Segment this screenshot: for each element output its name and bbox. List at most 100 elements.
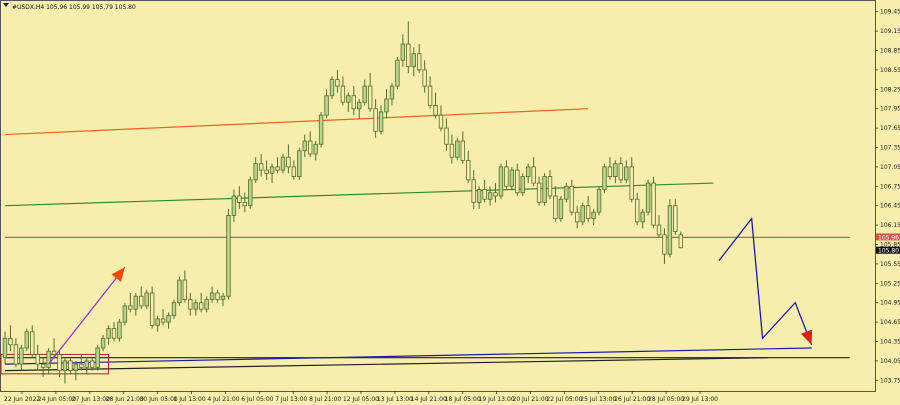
candle — [297, 147, 302, 180]
candle-body — [24, 331, 29, 349]
x-tick-label: 22 Jul 05:00 — [546, 396, 582, 403]
candle-body — [122, 305, 128, 323]
candle-body — [596, 189, 602, 213]
candle-body — [580, 205, 585, 223]
y-tick-label: 108.25 — [880, 86, 900, 93]
candle-body — [493, 192, 498, 197]
candle-body — [275, 166, 280, 171]
candle-body — [57, 354, 62, 371]
y-tick-label: 107.95 — [880, 106, 900, 113]
x-tick-label: 20 Jul 21:00 — [513, 396, 549, 403]
candle — [558, 196, 564, 222]
candle-body — [220, 295, 226, 300]
x-tick-label: 1 Jul 13:00 — [174, 396, 206, 403]
candle-body — [411, 53, 416, 68]
x-tick-label: 28 Jun 21:00 — [106, 396, 144, 403]
candle-body — [422, 69, 427, 87]
candle-body — [73, 363, 79, 371]
candle-body — [635, 198, 640, 223]
candle — [395, 56, 400, 90]
candle-body — [531, 166, 536, 184]
candle — [564, 183, 569, 203]
y-tick-label: 103.75 — [880, 377, 900, 384]
candle-body — [35, 354, 40, 365]
candle-body — [482, 189, 487, 200]
candle-body — [678, 234, 683, 249]
candle — [455, 137, 460, 161]
candle-body — [133, 295, 138, 310]
candle-body — [373, 108, 378, 132]
candle-body — [460, 140, 465, 161]
candle — [117, 318, 122, 342]
candle-body — [553, 195, 558, 220]
candle-body — [237, 195, 242, 203]
candle-body — [329, 79, 335, 97]
candle-body — [569, 185, 574, 213]
y-tick-label: 104.05 — [880, 358, 900, 365]
candle — [122, 302, 128, 326]
candle-body — [79, 363, 84, 368]
candle-body — [667, 205, 673, 255]
chart-canvas[interactable]: 109.45 109.15 108.85 108.55 108.25 107.95 107.… — [0, 0, 900, 405]
candle-body — [471, 179, 476, 203]
candle-body — [313, 143, 318, 155]
candle-body — [90, 360, 95, 368]
candle-body — [564, 185, 569, 200]
x-tick-label: 26 Jul 21:00 — [614, 396, 650, 403]
x-tick-label: 8 Jul 21:00 — [309, 396, 341, 403]
candle — [520, 173, 525, 196]
candle-body — [602, 166, 607, 190]
y-tick-label: 105.55 — [880, 261, 900, 268]
chart-window[interactable]: 109.45 109.15 108.85 108.55 108.25 107.95 107.… — [0, 0, 900, 405]
y-tick-label: 107.05 — [880, 164, 900, 171]
x-tick-label: 6 Jul 05:00 — [241, 396, 273, 403]
x-tick-label: 7 Jul 13:00 — [275, 396, 307, 403]
candle-body — [198, 302, 204, 310]
x-tick-label: 22 Jun 2022 — [4, 396, 40, 403]
y-tick-label: 109.45 — [880, 9, 900, 16]
candle-body — [520, 176, 525, 194]
candle-body — [618, 163, 624, 181]
candle-body — [536, 182, 542, 203]
candle-body — [591, 211, 596, 220]
candle-body — [215, 292, 220, 300]
candle-body — [357, 101, 362, 110]
candle-body — [95, 347, 100, 368]
candle-body — [111, 328, 117, 339]
y-tick-label: 107.35 — [880, 145, 900, 152]
candle-body — [19, 347, 24, 365]
candle-body — [340, 85, 346, 103]
candle-body — [302, 140, 307, 152]
candle-body — [547, 176, 553, 197]
candle-body — [106, 328, 111, 339]
candle-body — [149, 292, 155, 326]
candle-body — [662, 234, 667, 255]
candle-body — [2, 337, 8, 359]
candle-body — [40, 363, 46, 368]
candle — [498, 163, 504, 200]
candle-body — [155, 318, 160, 326]
candle — [667, 199, 673, 258]
candle-body — [509, 169, 515, 187]
candle-body — [389, 85, 395, 100]
chart-title: #USDX,H4 105.96 105.99 105.79 105.80 — [12, 4, 136, 11]
candle-body — [226, 214, 231, 297]
x-tick-label: 19 Jul 13:00 — [479, 396, 515, 403]
candle-body — [139, 295, 144, 307]
candle-body — [444, 127, 449, 145]
candle — [24, 328, 29, 352]
candle-body — [607, 166, 613, 177]
candle-body — [193, 302, 198, 310]
candle-body — [335, 79, 340, 87]
y-tick-label: 106.15 — [880, 222, 900, 229]
candle-body — [51, 350, 57, 355]
candle — [651, 176, 656, 229]
candle-body — [307, 140, 313, 155]
candle-body — [526, 166, 531, 177]
candle-body — [188, 299, 193, 310]
candle-body — [395, 59, 400, 87]
candle-body — [449, 143, 455, 158]
candle-body — [367, 85, 373, 110]
candle-body — [128, 305, 133, 310]
candle — [248, 176, 253, 209]
